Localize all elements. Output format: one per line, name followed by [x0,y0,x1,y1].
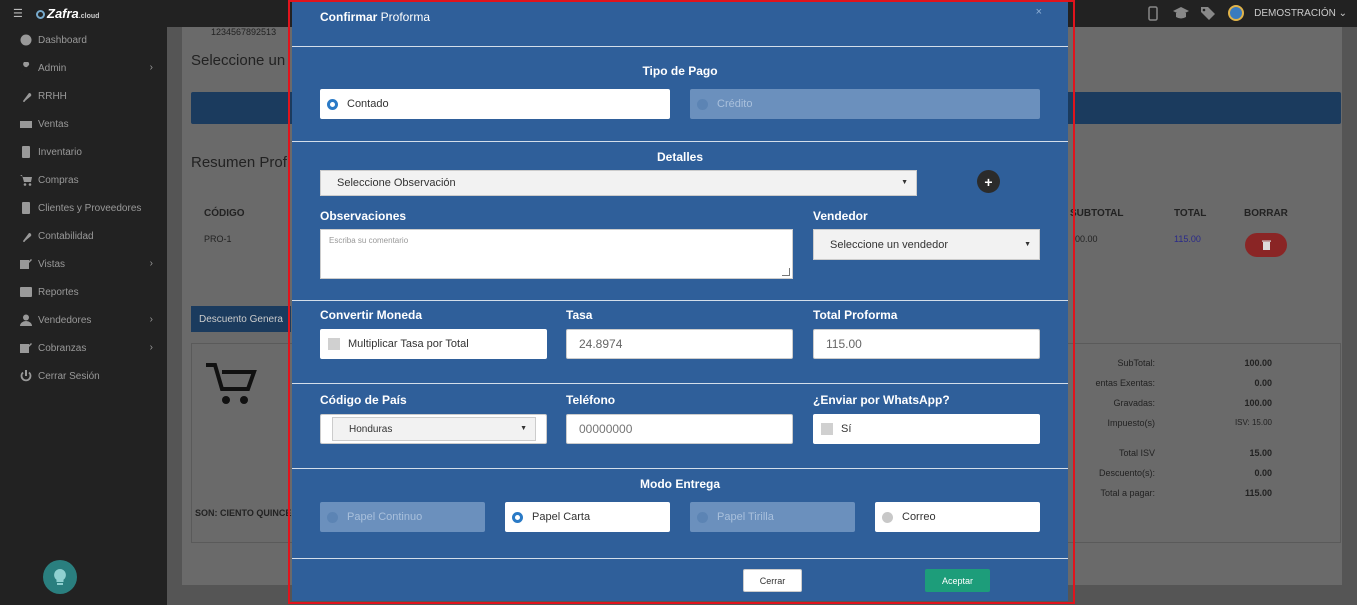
amount-in-words: SON: CIENTO QUINCE [195,508,292,518]
col-subtotal: SUBTOTAL [1070,208,1124,219]
sidebar-item-reportes[interactable]: Reportes [0,282,167,302]
paperclip-icon [19,230,33,242]
sidebar-item-label: Admin [38,62,67,74]
power-icon [19,370,33,382]
col-total: TOTAL [1174,208,1207,219]
col-codigo: CÓDIGO [204,208,245,219]
chevron-right-icon: › [149,342,153,353]
sidebar-item-label: Contabilidad [38,230,94,242]
list-icon [19,286,33,298]
lightbulb-icon [54,569,66,585]
chevron-right-icon: › [149,314,153,325]
top-right-tools: DEMOSTRACIÓN ⌄ [1144,5,1347,21]
row-subtotal: 00.00 [1075,234,1098,244]
summary-label: Total a pagar: [1100,488,1155,498]
sidebar-item-label: Compras [38,174,79,186]
user-avatar[interactable] [1228,5,1245,21]
sidebar-item-inventario[interactable]: Inventario [0,142,167,162]
descuento-general-button[interactable]: Descuento Genera [191,306,291,332]
modal-highlight-frame [288,0,1075,604]
row-codigo: PRO-1 [204,234,232,244]
money-icon [19,118,33,130]
sidebar-item-label: Dashboard [38,34,87,46]
user-menu[interactable]: DEMOSTRACIÓN ⌄ [1254,8,1347,19]
sidebar-item-ventas[interactable]: Ventas [0,114,167,134]
summary-label: Gravadas: [1113,398,1155,408]
edit-icon [19,258,33,270]
id-number: 1234567892513 [211,27,277,37]
summary-value: 0.00 [1254,378,1272,388]
summary-value: 15.00 [1249,448,1272,458]
sidebar-item-label: Vistas [38,258,66,270]
summary-value: ISV: 15.00 [1234,418,1272,427]
wrench-icon [19,62,33,74]
select-heading: Seleccione un [191,52,286,69]
sidebar-item-label: Ventas [38,118,69,130]
summary-label: Descuento(s): [1098,468,1155,478]
help-button[interactable] [43,560,77,594]
sidebar-item-admin[interactable]: Admin › [0,58,167,78]
sidebar-item-rrhh[interactable]: RRHH [0,86,167,106]
sidebar-item-vistas[interactable]: Vistas › [0,254,167,274]
sidebar-item-label: RRHH [38,90,67,102]
book-icon [19,146,33,158]
summary-label: Impuesto(s) [1107,418,1155,428]
tags-icon[interactable] [1200,5,1218,21]
sidebar-item-label: Reportes [38,286,79,298]
summary-label: Total ISV [1118,448,1155,458]
brand-suffix: .cloud [78,13,100,20]
brand-name: Zafra [47,6,79,21]
chevron-right-icon: › [149,258,153,269]
sidebar-item-clientes-y-proveedores[interactable]: Clientes y Proveedores [0,198,167,218]
summary-value: 0.00 [1254,468,1272,478]
menu-toggle-icon[interactable]: ☰ [13,7,23,20]
summary-label: SubTotal: [1117,358,1155,368]
sidebar-item-label: Cobranzas [38,342,87,354]
summary-value: 115.00 [1244,488,1272,498]
row-total: 115.00 [1174,234,1201,244]
sidebar-item-vendedores[interactable]: Vendedores › [0,310,167,330]
sidebar-item-label: Inventario [38,146,82,158]
sidebar-item-dashboard[interactable]: Dashboard [0,30,167,50]
sidebar-item-label: Vendedores [38,314,92,326]
summary-value: 100.00 [1244,398,1272,408]
book-icon [19,202,33,214]
summary-label: entas Exentas: [1095,378,1155,388]
summary-value: 100.00 [1244,358,1272,368]
trash-icon [1261,240,1271,250]
graduation-cap-icon[interactable] [1172,5,1190,21]
summary-heading: Resumen Prof [191,154,287,171]
brand-logo[interactable]: Zafra.cloud [36,6,99,21]
sidebar-item-contabilidad[interactable]: Contabilidad [0,226,167,246]
sidebar-item-cerrar-sesión[interactable]: Cerrar Sesión [0,366,167,386]
dashboard-icon [19,34,33,46]
chevron-right-icon: › [149,62,153,73]
sidebar-item-label: Clientes y Proveedores [38,202,142,214]
sidebar-item-compras[interactable]: Compras [0,170,167,190]
paperclip-icon [19,90,33,102]
sidebar-item-label: Cerrar Sesión [38,370,100,382]
delete-row-button[interactable] [1245,233,1287,257]
sidebar-item-cobranzas[interactable]: Cobranzas › [0,338,167,358]
edit-icon [19,342,33,354]
cart-icon [19,174,33,186]
user-icon [19,314,33,326]
user-name: DEMOSTRACIÓN [1254,7,1336,19]
mobile-icon[interactable] [1144,5,1162,21]
col-borrar: BORRAR [1244,208,1288,219]
